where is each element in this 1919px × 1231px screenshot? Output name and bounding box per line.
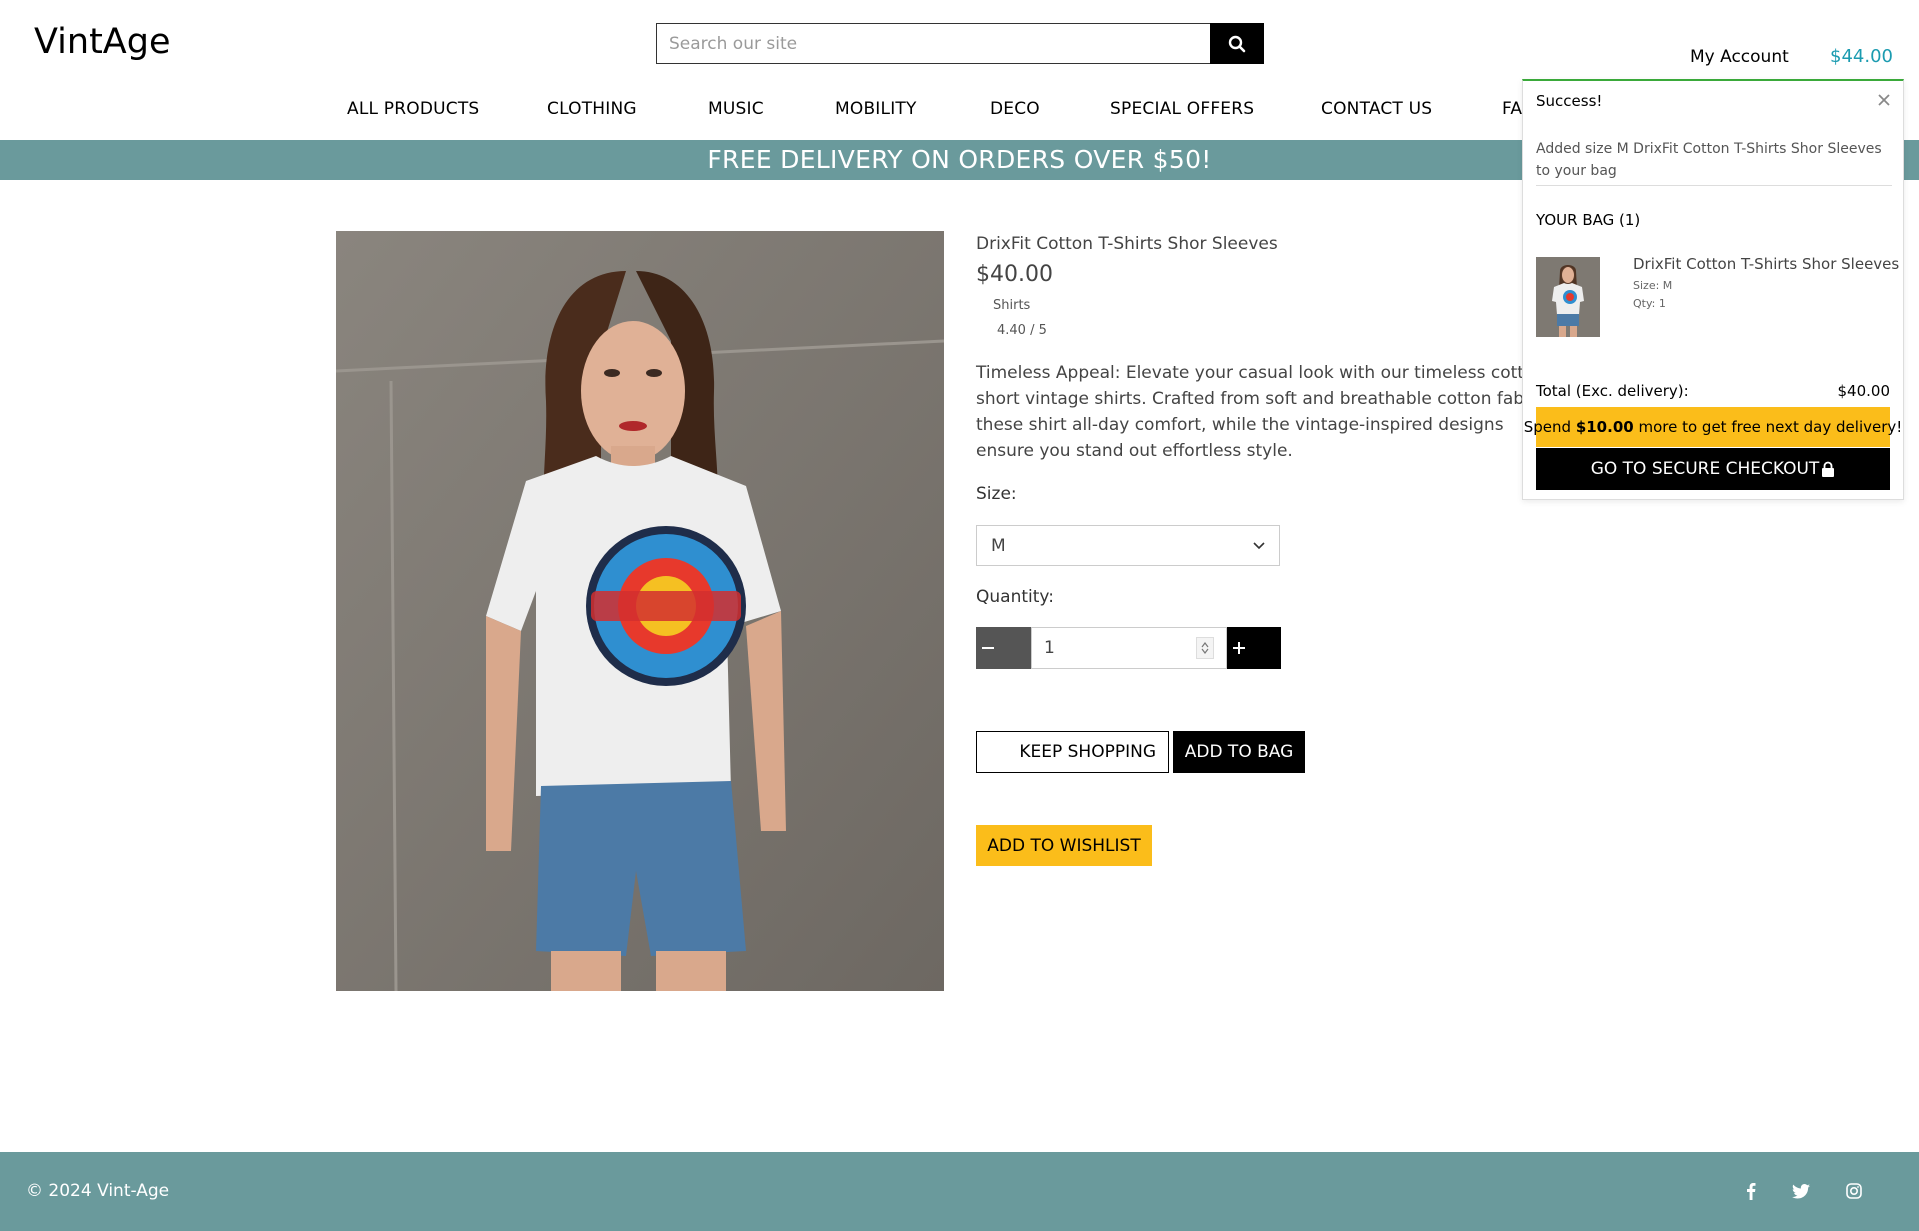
- bag-total-value: $40.00: [1837, 382, 1891, 400]
- spin-down-icon: [1201, 648, 1209, 654]
- nav-clothing[interactable]: CLOTHING: [547, 99, 637, 119]
- bag-item-thumbnail[interactable]: [1536, 257, 1600, 337]
- bag-item-size: Size: M: [1633, 279, 1673, 292]
- bag-heading: YOUR BAG (1): [1536, 211, 1641, 229]
- keep-shopping-button[interactable]: KEEP SHOPPING: [976, 731, 1169, 773]
- bag-popup: Success! Added size M DrixFit Cotton T-S…: [1522, 79, 1904, 500]
- product-name: DrixFit Cotton T-Shirts Shor Sleeves: [976, 234, 1278, 254]
- chevron-down-icon: [1253, 541, 1265, 549]
- promo-text-post: more to get free next day delivery!: [1633, 418, 1903, 436]
- close-icon[interactable]: [1877, 88, 1891, 112]
- nav-music[interactable]: MUSIC: [708, 99, 764, 119]
- add-to-bag-button[interactable]: ADD TO BAG: [1173, 731, 1305, 773]
- bag-total-link[interactable]: $44.00: [1830, 46, 1893, 67]
- quantity-spinner[interactable]: [1196, 637, 1214, 659]
- quantity-input[interactable]: 1: [1031, 627, 1227, 669]
- nav-deco[interactable]: DECO: [990, 99, 1040, 119]
- bag-item-name[interactable]: DrixFit Cotton T-Shirts Shor Sleeves: [1633, 255, 1899, 273]
- my-account-link[interactable]: My Account: [1690, 47, 1789, 67]
- search-input[interactable]: [656, 23, 1210, 64]
- checkout-label: GO TO SECURE CHECKOUT: [1590, 459, 1820, 479]
- plus-icon: [1233, 642, 1245, 654]
- add-to-wishlist-button[interactable]: ADD TO WISHLIST: [976, 825, 1152, 866]
- size-label: Size:: [976, 484, 1017, 504]
- free-delivery-promo: Spend $10.00 more to get free next day d…: [1524, 407, 1902, 447]
- popup-message: Added size M DrixFit Cotton T-Shirts Sho…: [1536, 141, 1882, 179]
- product-price: $40.00: [976, 262, 1053, 287]
- instagram-icon[interactable]: [1843, 1180, 1865, 1202]
- facebook-icon[interactable]: [1740, 1180, 1762, 1202]
- nav-fa[interactable]: FA: [1502, 99, 1522, 119]
- quantity-increase-button[interactable]: [1227, 627, 1281, 669]
- quantity-stepper: 1: [976, 627, 1281, 669]
- search-icon: [1228, 35, 1246, 52]
- minus-icon: [982, 647, 994, 649]
- product-description: Timeless Appeal: Elevate your casual loo…: [976, 363, 1551, 461]
- search-bar: [656, 23, 1264, 64]
- popup-title: Success!: [1536, 92, 1603, 110]
- promo-text-pre: Spend: [1523, 418, 1576, 436]
- nav-contact-us[interactable]: CONTACT US: [1321, 99, 1432, 119]
- secure-checkout-button[interactable]: GO TO SECURE CHECKOUT: [1536, 448, 1890, 490]
- search-button[interactable]: [1210, 23, 1264, 64]
- quantity-label: Quantity:: [976, 587, 1054, 607]
- twitter-icon[interactable]: [1790, 1180, 1812, 1202]
- bag-item-qty: Qty: 1: [1633, 297, 1666, 310]
- promo-amount: $10.00: [1575, 418, 1634, 436]
- product-image: [336, 231, 944, 991]
- size-select-value: M: [991, 535, 1006, 556]
- quantity-decrease-button[interactable]: [976, 627, 1031, 669]
- nav-all-products[interactable]: ALL PRODUCTS: [347, 99, 479, 119]
- lock-icon: [1822, 461, 1835, 477]
- site-footer: © 2024 Vint-Age: [0, 1152, 1919, 1231]
- product-rating: 4.40 / 5: [997, 323, 1047, 338]
- nav-special-offers[interactable]: SPECIAL OFFERS: [1110, 99, 1254, 119]
- product-category[interactable]: Shirts: [993, 298, 1030, 313]
- site-logo[interactable]: VintAge: [34, 22, 171, 62]
- copyright: © 2024 Vint-Age: [26, 1181, 170, 1201]
- size-select[interactable]: M: [976, 525, 1280, 566]
- nav-mobility[interactable]: MOBILITY: [835, 99, 917, 119]
- popup-divider: [1536, 185, 1892, 186]
- bag-total-label: Total (Exc. delivery):: [1536, 382, 1689, 400]
- quantity-value: 1: [1044, 638, 1055, 658]
